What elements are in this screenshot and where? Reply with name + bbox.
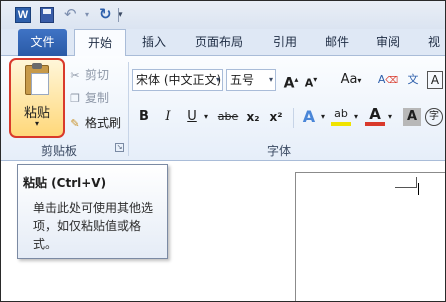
screenshot-frame: [0, 0, 446, 302]
